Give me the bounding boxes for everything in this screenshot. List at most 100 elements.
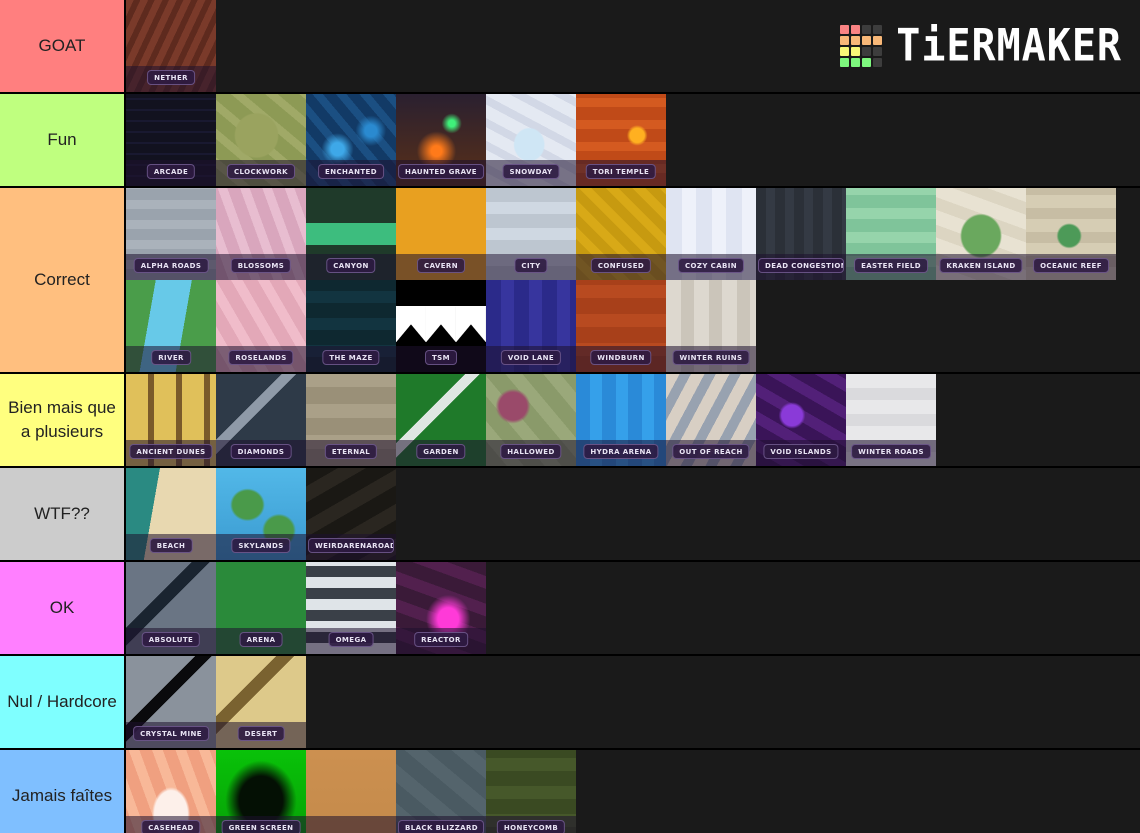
tier-item[interactable]: CAVERN [396, 188, 486, 280]
tier-label[interactable]: Bien mais que a plusieurs [0, 374, 126, 466]
logo-cell-1-2 [862, 36, 872, 45]
tier-item[interactable]: ENCHANTED [306, 94, 396, 186]
tier-item-label: ARENA [239, 632, 283, 647]
tier-item[interactable]: DEAD CONGESTION [756, 188, 846, 280]
tier-item[interactable]: THE MAZE [306, 280, 396, 372]
tier-items-container[interactable]: BEACH SKYLANDS WEIRDARENAROADS [126, 468, 1140, 560]
tier-item[interactable]: RIVER [126, 280, 216, 372]
tier-item[interactable]: TORI TEMPLE [576, 94, 666, 186]
logo-cell-1-0 [840, 36, 850, 45]
tier-item[interactable]: VOID LANE [486, 280, 576, 372]
tier-item[interactable]: SNOWDAY [486, 94, 576, 186]
tier-item[interactable]: DESERT [216, 656, 306, 748]
tier-item-label: WINTER ROADS [851, 444, 931, 459]
tier-item[interactable]: CLOCKWORK [216, 94, 306, 186]
tier-item-label: CASEHEAD [141, 820, 201, 833]
tier-item-label: CONFUSED [590, 258, 652, 273]
tier-item-label: ENCHANTED [318, 164, 384, 179]
tier-item[interactable]: OCEANIC REEF [1026, 188, 1116, 280]
tier-item-label: BLOSSOMS [230, 258, 292, 273]
tier-item[interactable]: ARCADE [126, 94, 216, 186]
tier-item-label: ANCIENT DUNES [129, 444, 213, 459]
tier-item[interactable]: ETERNAL [306, 374, 396, 466]
tier-item[interactable] [306, 750, 396, 833]
tier-item[interactable]: OMEGA [306, 562, 396, 654]
tier-item[interactable]: WINTER ROADS [846, 374, 936, 466]
tier-item-label: KRAKEN ISLAND [939, 258, 1023, 273]
tier-items-container[interactable]: CRYSTAL MINE DESERT [126, 656, 1140, 748]
tier-item-label: GARDEN [416, 444, 466, 459]
tier-item[interactable]: CANYON [306, 188, 396, 280]
tier-item[interactable]: ALPHA ROADS [126, 188, 216, 280]
tier-item[interactable]: NETHER [126, 0, 216, 92]
tier-item[interactable]: HALLOWED [486, 374, 576, 466]
tier-item[interactable]: GREEN SCREEN [216, 750, 306, 833]
tier-item-label: ALPHA ROADS [133, 258, 209, 273]
tier-item[interactable]: BLACK BLIZZARD [396, 750, 486, 833]
tier-item[interactable]: TSM [396, 280, 486, 372]
tier-item-label: HALLOWED [500, 444, 562, 459]
tier-item[interactable]: VOID ISLANDS [756, 374, 846, 466]
tier-item[interactable]: HONEYCOMB [486, 750, 576, 833]
tier-item-label: NETHER [147, 70, 195, 85]
logo-cell-3-0 [840, 58, 850, 67]
tier-item-label: TORI TEMPLE [585, 164, 657, 179]
tier-item[interactable]: CRYSTAL MINE [126, 656, 216, 748]
tier-item[interactable]: COZY CABIN [666, 188, 756, 280]
tier-item[interactable]: CONFUSED [576, 188, 666, 280]
logo-cell-0-3 [873, 25, 883, 34]
tier-item[interactable]: GARDEN [396, 374, 486, 466]
tier-item[interactable]: OUT OF REACH [666, 374, 756, 466]
tier-item[interactable]: HAUNTED GRAVE [396, 94, 486, 186]
tier-item-label: VOID LANE [500, 350, 562, 365]
tier-item-label: WINTER RUINS [672, 350, 750, 365]
tier-label[interactable]: GOAT [0, 0, 126, 92]
logo-cell-1-1 [851, 36, 861, 45]
tier-item-label: REACTOR [414, 632, 468, 647]
logo-cell-2-0 [840, 47, 850, 56]
tier-items-container[interactable]: ABSOLUTE ARENA OMEGA REACTOR [126, 562, 1140, 654]
tier-items-container[interactable]: CASEHEAD GREEN SCREEN BLACK BLIZZARD HONEYC… [126, 750, 1140, 833]
tier-label[interactable]: OK [0, 562, 126, 654]
tier-label[interactable]: Correct [0, 188, 126, 372]
tier-item[interactable]: BEACH [126, 468, 216, 560]
tier-item[interactable]: ARENA [216, 562, 306, 654]
tier-item[interactable]: WINTER RUINS [666, 280, 756, 372]
tier-label[interactable]: Fun [0, 94, 126, 186]
tier-label[interactable]: WTF?? [0, 468, 126, 560]
tier-item-label: GREEN SCREEN [221, 820, 301, 833]
tier-item[interactable]: REACTOR [396, 562, 486, 654]
tier-item[interactable]: KRAKEN ISLAND [936, 188, 1026, 280]
tier-item[interactable]: CASEHEAD [126, 750, 216, 833]
tier-items-container[interactable]: ANCIENT DUNES DIAMONDS ETERNAL GARDEN HALLOW… [126, 374, 1140, 466]
tier-item[interactable]: DIAMONDS [216, 374, 306, 466]
tier-item[interactable]: ABSOLUTE [126, 562, 216, 654]
tier-item[interactable]: WEIRDARENAROADS [306, 468, 396, 560]
tier-item[interactable]: ROSELANDS [216, 280, 306, 372]
tier-item-label: SKYLANDS [231, 538, 291, 553]
tier-item-label: HAUNTED GRAVE [398, 164, 484, 179]
logo-cell-2-3 [873, 47, 883, 56]
tiermaker-logo-grid-icon [840, 25, 883, 67]
tier-row: Nul / Hardcore CRYSTAL MINE DESERT [0, 656, 1140, 750]
tier-label[interactable]: Nul / Hardcore [0, 656, 126, 748]
tier-item[interactable]: CITY [486, 188, 576, 280]
tier-list: GOAT NETHER Fun ARCADE CLOCKWORK ENCHANTED HAU… [0, 0, 1140, 833]
tier-item[interactable]: EASTER FIELD [846, 188, 936, 280]
tier-item-label: THE MAZE [322, 350, 380, 365]
tier-items-container[interactable]: ALPHA ROADS BLOSSOMS CANYON CAVERN CITY CONFU… [126, 188, 1140, 372]
tier-item[interactable]: WINDBURN [576, 280, 666, 372]
tier-item-label: OMEGA [328, 632, 374, 647]
tier-item[interactable]: HYDRA ARENA [576, 374, 666, 466]
tier-item[interactable]: SKYLANDS [216, 468, 306, 560]
tier-label[interactable]: Jamais faîtes [0, 750, 126, 833]
tier-item-label: VOID ISLANDS [763, 444, 839, 459]
tier-item[interactable]: ANCIENT DUNES [126, 374, 216, 466]
logo-cell-1-3 [873, 36, 883, 45]
tier-item-label: RIVER [151, 350, 191, 365]
tier-item-label: OUT OF REACH [672, 444, 750, 459]
tier-item-label: DIAMONDS [230, 444, 292, 459]
tier-items-container[interactable]: ARCADE CLOCKWORK ENCHANTED HAUNTED GRAVE SNO… [126, 94, 1140, 186]
tier-item-label: SNOWDAY [502, 164, 560, 179]
tier-item[interactable]: BLOSSOMS [216, 188, 306, 280]
